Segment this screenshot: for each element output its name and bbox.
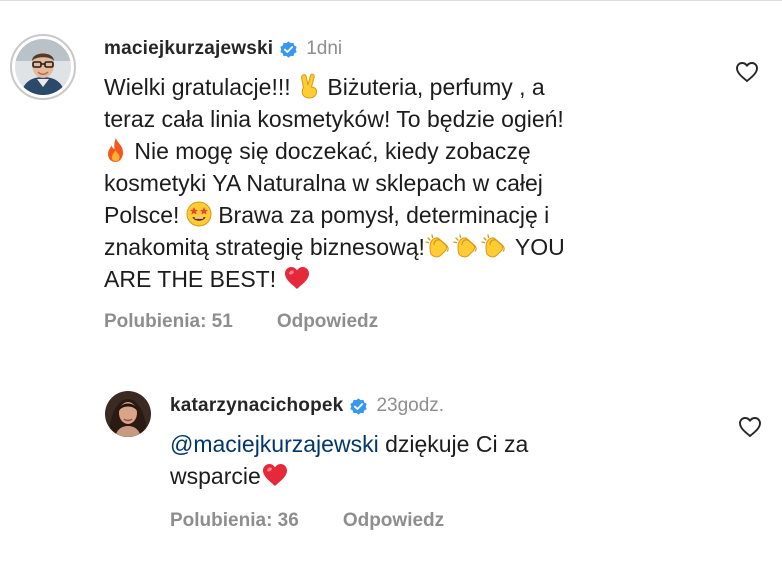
comment-maciej: maciejkurzajewski 1dni Wielki gratulacje… [0, 0, 782, 350]
text-fragment: wsparcie [170, 463, 261, 489]
text-fragment: YOU [508, 234, 565, 260]
comment-text: Wielki gratulacje!!! Biżuteria, perfumy … [104, 71, 565, 295]
text-fragment: dziękuje Ci za [378, 431, 529, 457]
verified-badge-icon [279, 40, 298, 59]
text-fragment: teraz cała linia kosmetyków! To będzie o… [104, 106, 564, 132]
comment-line: kosmetyki YA Naturalna w sklepach w całe… [104, 167, 565, 199]
comment-line: znakomitą strategię biznesową! YOU [104, 231, 565, 263]
comment-katarzyna: katarzynacichopek 23godz. @maciejkurzaje… [0, 350, 782, 568]
username[interactable]: katarzynacichopek [170, 395, 343, 417]
comment-line: ARE THE BEST! [104, 263, 565, 295]
verified-badge-icon [349, 397, 368, 416]
text-fragment: Biżuteria, perfumy , a [321, 74, 545, 100]
comment-header: katarzynacichopek 23godz. [170, 394, 444, 418]
likes-count[interactable]: Polubienia: 36 [170, 510, 299, 531]
text-fragment: Brawa za pomysł, determinację i [211, 202, 550, 228]
text-fragment: ARE THE BEST! [104, 266, 283, 292]
comment-meta: Polubienia: 51 Odpowiedz [104, 311, 378, 333]
fire-emoji-icon [104, 137, 128, 163]
like-heart-icon[interactable] [738, 416, 762, 438]
clapping-hands-emoji-icon [453, 233, 481, 259]
avatar[interactable] [105, 391, 151, 437]
red-heart-emoji-icon [261, 462, 289, 488]
comment-text: @maciejkurzajewski dziękuje Ci za wsparc… [170, 428, 528, 492]
like-heart-icon[interactable] [735, 61, 759, 83]
comment-meta: Polubienia: 36 Odpowiedz [170, 510, 444, 532]
star-struck-emoji-icon [186, 201, 212, 227]
text-fragment: znakomitą strategię biznesową! [104, 234, 425, 260]
comment-time[interactable]: 1dni [306, 38, 342, 60]
reply-button[interactable]: Odpowiedz [343, 510, 444, 531]
comment-time[interactable]: 23godz. [376, 395, 444, 417]
comment-line: Wielki gratulacje!!! Biżuteria, perfumy … [104, 71, 565, 103]
comment-line: wsparcie [170, 460, 528, 492]
text-fragment: kosmetyki YA Naturalna w sklepach w całe… [104, 170, 543, 196]
comment-line: @maciejkurzajewski dziękuje Ci za [170, 428, 528, 460]
text-fragment: Polsce! [104, 202, 186, 228]
mention-link[interactable]: @maciejkurzajewski [170, 431, 379, 457]
avatar[interactable] [15, 39, 71, 95]
comment-line: Nie mogę się doczekać, kiedy zobaczę [104, 135, 565, 167]
comment-line: Polsce! Brawa za pomysł, determinację i [104, 199, 565, 231]
text-fragment: Nie mogę się doczekać, kiedy zobaczę [128, 138, 531, 164]
clapping-hands-emoji-icon [481, 233, 509, 259]
clapping-hands-emoji-icon [425, 233, 453, 259]
comment-header: maciejkurzajewski 1dni [104, 37, 342, 61]
comment-line: teraz cała linia kosmetyków! To będzie o… [104, 103, 565, 135]
username[interactable]: maciejkurzajewski [104, 38, 273, 60]
reply-button[interactable]: Odpowiedz [277, 311, 378, 332]
red-heart-emoji-icon [283, 265, 311, 291]
text-fragment: Wielki gratulacje!!! [104, 74, 298, 100]
likes-count[interactable]: Polubienia: 51 [104, 311, 233, 332]
victory-hand-emoji-icon [297, 73, 321, 99]
